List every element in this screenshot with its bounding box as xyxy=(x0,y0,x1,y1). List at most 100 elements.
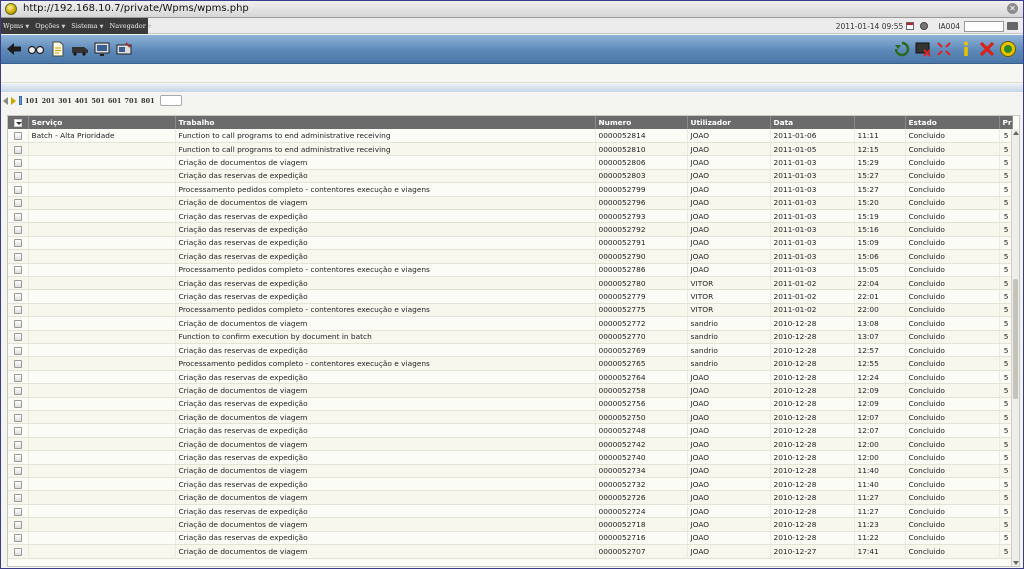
info-button[interactable] xyxy=(956,39,976,59)
row-checkbox[interactable] xyxy=(14,346,22,355)
previous-page-icon[interactable] xyxy=(3,96,8,105)
disconnect-button[interactable] xyxy=(913,39,933,59)
close-window-icon[interactable]: ✕ xyxy=(1007,3,1018,14)
row-checkbox[interactable] xyxy=(14,507,22,516)
col-servico[interactable]: Serviço xyxy=(28,116,176,129)
select-all-header[interactable] xyxy=(8,116,29,129)
new-document-button[interactable] xyxy=(48,39,68,59)
row-checkbox[interactable] xyxy=(14,333,22,342)
row-checkbox[interactable] xyxy=(14,319,22,328)
col-estado[interactable]: Estado xyxy=(905,116,1000,129)
table-row[interactable]: Criação das reservas de expedição 0000052… xyxy=(8,531,1013,546)
row-checkbox[interactable] xyxy=(14,427,22,436)
row-checkbox[interactable] xyxy=(14,413,22,422)
row-checkbox[interactable] xyxy=(14,520,22,529)
row-checkbox[interactable] xyxy=(14,185,22,194)
page-link[interactable]: 101 xyxy=(25,97,39,105)
table-row[interactable]: Criação de documentos de viagem 000005271… xyxy=(8,517,1013,532)
row-checkbox[interactable] xyxy=(14,360,22,369)
calendar-icon[interactable] xyxy=(906,22,915,30)
scroll-down-icon[interactable] xyxy=(1013,561,1019,565)
table-row[interactable]: Criação das reservas de expedição 0000052… xyxy=(8,289,1013,304)
fullscreen-button[interactable] xyxy=(934,39,954,59)
row-checkbox[interactable] xyxy=(14,172,22,181)
table-row[interactable]: Criação das reservas de expedição 0000052… xyxy=(8,423,1013,438)
row-checkbox[interactable] xyxy=(14,266,22,275)
page-link[interactable]: 401 xyxy=(75,97,89,105)
table-row[interactable]: Criação das reservas de expedição 0000052… xyxy=(8,209,1013,224)
col-trabalho[interactable]: Trabalho xyxy=(175,116,596,129)
col-numero[interactable]: Numero xyxy=(595,116,688,129)
table-row[interactable]: Criação das reservas de expedição 0000052… xyxy=(8,236,1013,251)
url-text[interactable]: http://192.168.10.7/private/Wpms/wpms.ph… xyxy=(23,3,249,14)
refresh-button[interactable] xyxy=(892,39,912,59)
row-checkbox[interactable] xyxy=(14,386,22,395)
quick-input[interactable] xyxy=(964,20,1004,32)
row-checkbox[interactable] xyxy=(14,212,22,221)
table-row[interactable]: Criação de documentos de viagem 000005273… xyxy=(8,464,1013,479)
table-row[interactable]: Criação das reservas de expedição 0000052… xyxy=(8,397,1013,412)
table-row[interactable]: Processamento pedidos completo - content… xyxy=(8,263,1013,277)
table-row[interactable]: Batch - Alta Prioridade Function to call … xyxy=(8,129,1013,143)
row-checkbox[interactable] xyxy=(14,306,22,315)
table-row[interactable]: Criação das reservas de expedição 0000052… xyxy=(8,249,1013,264)
table-row[interactable]: Function to call programs to end adminis… xyxy=(8,142,1013,157)
scroll-thumb[interactable] xyxy=(1013,279,1018,399)
table-row[interactable]: Criação de documentos de viagem 000005274… xyxy=(8,437,1013,452)
row-checkbox[interactable] xyxy=(14,480,22,489)
col-hora[interactable] xyxy=(854,116,906,129)
exit-button[interactable] xyxy=(998,39,1018,59)
address-bar[interactable]: http://192.168.10.7/private/Wpms/wpms.ph… xyxy=(0,0,1024,18)
table-row[interactable]: Processamento pedidos completo - content… xyxy=(8,303,1013,318)
page-link[interactable]: 601 xyxy=(108,97,122,105)
scroll-up-icon[interactable] xyxy=(1013,131,1019,135)
table-row[interactable]: Processamento pedidos completo - content… xyxy=(8,356,1013,371)
row-checkbox[interactable] xyxy=(14,131,22,140)
table-row[interactable]: Criação das reservas de expedição 0000052… xyxy=(8,276,1013,291)
row-checkbox[interactable] xyxy=(14,199,22,208)
keyboard-icon[interactable] xyxy=(1007,22,1018,30)
page-jump-input[interactable] xyxy=(159,95,182,106)
table-row[interactable]: Criação das reservas de expedição 0000052… xyxy=(8,343,1013,358)
table-row[interactable]: Criação de documentos de viagem 000005270… xyxy=(8,544,1013,559)
row-checkbox[interactable] xyxy=(14,400,22,409)
row-checkbox[interactable] xyxy=(14,467,22,476)
vertical-scrollbar[interactable] xyxy=(1011,129,1019,566)
transport-button[interactable] xyxy=(70,39,90,59)
table-row[interactable]: Criação de documentos de viagem 000005275… xyxy=(8,410,1013,425)
page-link[interactable]: 201 xyxy=(42,97,56,105)
table-row[interactable]: Criação de documentos de viagem 000005277… xyxy=(8,316,1013,331)
tools-button[interactable] xyxy=(114,39,134,59)
table-row[interactable]: Criação das reservas de expedição 0000052… xyxy=(8,169,1013,184)
row-checkbox[interactable] xyxy=(14,239,22,248)
col-pri[interactable]: Pri. xyxy=(999,116,1013,129)
table-row[interactable]: Criação das reservas de expedição 0000052… xyxy=(8,222,1013,237)
row-checkbox[interactable] xyxy=(14,145,22,154)
row-checkbox[interactable] xyxy=(14,159,22,168)
row-checkbox[interactable] xyxy=(14,547,22,556)
row-checkbox[interactable] xyxy=(14,252,22,261)
back-button[interactable] xyxy=(4,39,24,59)
col-utilizador[interactable]: Utilizador xyxy=(687,116,771,129)
row-checkbox[interactable] xyxy=(14,494,22,503)
monitor-button[interactable] xyxy=(92,39,112,59)
row-checkbox[interactable] xyxy=(14,226,22,235)
table-row[interactable]: Criação de documentos de viagem 000005275… xyxy=(8,383,1013,398)
table-row[interactable]: Criação de documentos de viagem 000005280… xyxy=(8,155,1013,170)
table-row[interactable]: Criação de documentos de viagem 000005272… xyxy=(8,490,1013,505)
menu-navegador[interactable]: Navegador ▼ xyxy=(110,22,152,30)
row-checkbox[interactable] xyxy=(14,293,22,302)
page-link[interactable]: 801 xyxy=(141,97,155,105)
row-checkbox[interactable] xyxy=(14,373,22,382)
table-row[interactable]: Criação de documentos de viagem 000005279… xyxy=(8,196,1013,210)
row-checkbox[interactable] xyxy=(14,534,22,543)
menu-wpms[interactable]: Wpms ▼ xyxy=(3,22,29,30)
table-row[interactable]: Function to confirm execution by documen… xyxy=(8,330,1013,345)
menu-opcoes[interactable]: Opções ▼ xyxy=(35,22,65,30)
col-data[interactable]: Data xyxy=(770,116,855,129)
page-link[interactable]: 701 xyxy=(124,97,138,105)
table-row[interactable]: Criação das reservas de expedição 0000052… xyxy=(8,370,1013,385)
close-button[interactable] xyxy=(977,39,997,59)
row-checkbox[interactable] xyxy=(14,453,22,462)
table-row[interactable]: Criação das reservas de expedição 0000052… xyxy=(8,504,1013,519)
